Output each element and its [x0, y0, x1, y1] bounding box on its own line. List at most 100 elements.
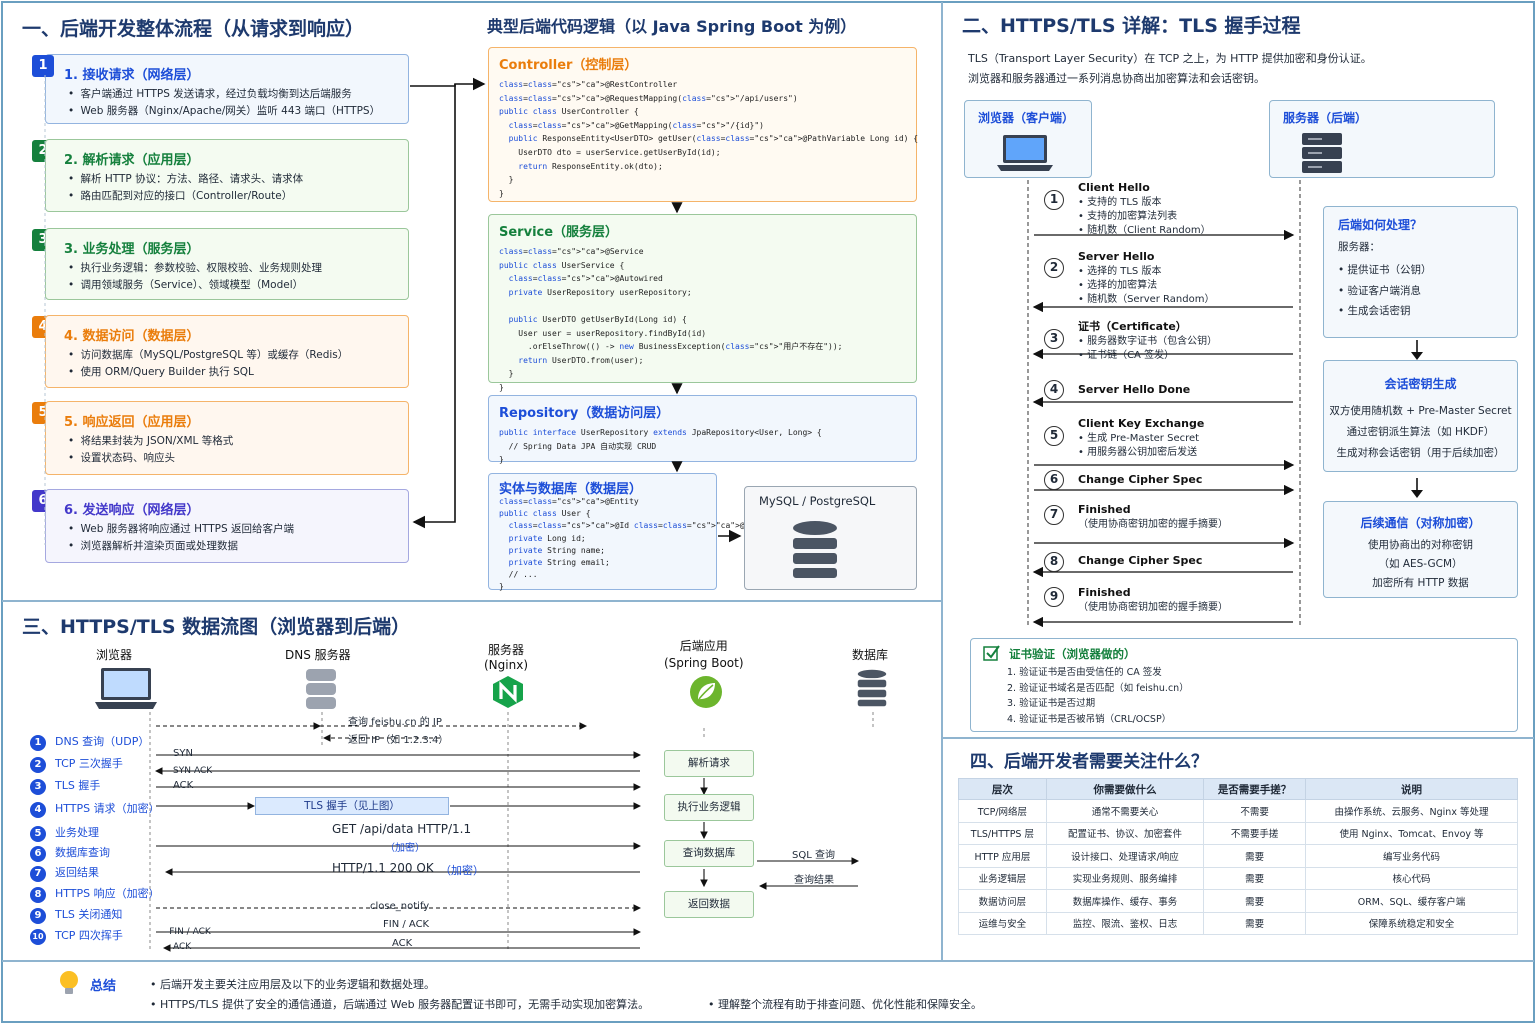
flow-col-browser: 浏览器	[96, 648, 133, 662]
flow-label-fin-ack-2: -FIN / ACK	[166, 927, 211, 937]
tls-message-detail: 生成 Pre-Master Secret	[1078, 432, 1204, 446]
table-header-cell: 说明	[1305, 778, 1518, 800]
tls-handshake-bar: TLS 握手（见上图）	[255, 797, 449, 815]
flow-label-dns-reply: 返回 IP（如 1.2.3.4）	[348, 735, 449, 746]
flow-label-response-enc: （加密）	[440, 864, 484, 877]
flow-label-request: GET /api/data HTTP/1.1	[332, 822, 472, 836]
cert-verify-box: 证书验证（浏览器做的） 1. 验证证书是否由受信任的 CA 签发 2. 验证证书…	[970, 638, 1518, 732]
divider-horizontal-left	[2, 600, 942, 602]
app-step-return: 返回数据	[664, 891, 754, 918]
table-cell: 保障系统稳定和安全	[1305, 911, 1518, 935]
table-row: TLS/HTTPS 层配置证书、协议、加密套件 不需要手搓 使用 Nginx、Tom…	[958, 821, 1518, 845]
flow-label-ack-3: ACK	[392, 938, 413, 949]
flow-label-ack-2: ACK	[173, 942, 192, 952]
section4-title: 四、后端开发者需要关注什么？	[970, 752, 1208, 772]
summary-line-3: • 理解整个流程有助于排查问题、优化性能和保障安全。	[708, 998, 982, 1011]
tls-message-detail: 支持的加密算法列表	[1078, 210, 1211, 224]
tls-message-title: Change Cipher Spec	[1078, 554, 1203, 567]
flow-label-result: 查询结果	[794, 875, 834, 886]
tls-message: Server Hello Done	[1078, 382, 1190, 398]
tls-message-detail: 选择的 TLS 版本	[1078, 265, 1214, 279]
tls-step-circle: 5	[1044, 426, 1064, 446]
table-cell: ORM、SQL、缓存客户端	[1305, 889, 1518, 913]
tls-message-detail: 支持的 TLS 版本	[1078, 196, 1211, 210]
table-row: 数据访问层 数据库操作、缓存、事务 需要 ORM、SQL、缓存客户端	[958, 889, 1518, 913]
tls-step-circle: 8	[1044, 552, 1064, 572]
list-item: 3. 验证证书是否过期	[1007, 698, 1096, 709]
summary-title: 总结	[90, 979, 117, 994]
tls-message: Client Key Exchange 生成 Pre-Master Secret用…	[1078, 416, 1204, 460]
table-cell: 编写业务代码	[1305, 844, 1518, 868]
backend-handling-list: • 提供证书（公钥） • 验证客户端消息 • 生成会话密钥	[1338, 260, 1432, 322]
lightbulb-icon	[60, 971, 78, 994]
flow-col-db: 数据库	[852, 648, 889, 662]
table-cell: TCP/网络层	[958, 799, 1047, 823]
tls-message-detail: 用服务器公钥加密后发送	[1078, 446, 1204, 460]
tls-message-detail: 证书链（CA 签发）	[1078, 349, 1217, 363]
tls-message-title: Change Cipher Spec	[1078, 473, 1203, 486]
tls-step-circle: 7	[1044, 505, 1064, 525]
tls-message-title: Server Hello Done	[1078, 383, 1191, 396]
table-cell: 需要	[1203, 889, 1307, 913]
table-row: TCP/网络层 通常不需要关心 不需要 由操作系统、云服务、Nginx 等处理	[958, 799, 1518, 823]
table-row: HTTP 应用层 设计接口、处理请求/响应 需要 编写业务代码	[958, 844, 1518, 868]
symmetric-comm-box: 后续通信（对称加密） 使用协商出的对称密钥 （如 AES-GCM） 加密所有 H…	[1323, 501, 1518, 598]
symmetric-comm-title: 后续通信（对称加密）	[1360, 516, 1481, 530]
tls-message-detail: 随机数（Client Random）	[1078, 224, 1211, 238]
tls-message-title: Client Hello	[1078, 181, 1150, 194]
divider-summary	[2, 960, 1534, 962]
flow-col-dns: DNS 服务器	[285, 648, 351, 662]
flow-col-app: 后端应用 (Spring Boot)	[664, 639, 744, 670]
table-cell: 数据库操作、缓存、事务	[1045, 889, 1205, 913]
tls-intro-line: TLS（Transport Layer Security）在 TCP 之上，为 …	[968, 52, 1372, 65]
responsibility-table: 层次 你需要做什么 是否需要手搓？ 说明 TCP/网络层 通常不需要关心 不需要 由操作系统…	[958, 778, 1518, 935]
table-cell: 配置证书、协议、加密套件	[1045, 821, 1205, 845]
backend-handling-sub: 服务器：	[1338, 241, 1380, 253]
table-header-cell: 层次	[958, 778, 1047, 800]
table-cell: 通常不需要关心	[1045, 799, 1205, 823]
table-header-cell: 你需要做什么	[1045, 778, 1205, 800]
list-item: 4. 验证证书是否被吊销（CRL/OCSP）	[1007, 713, 1172, 725]
table-cell: 需要	[1203, 911, 1307, 935]
table-cell: 实现业务规则、服务编排	[1045, 866, 1205, 890]
browser-participant: 浏览器（客户端）	[964, 100, 1092, 178]
cert-verify-title: 证书验证（浏览器做的）	[1009, 647, 1136, 661]
backend-handling-box: 后端如何处理？ 服务器： • 提供证书（公钥） • 验证客户端消息 • 生成会话…	[1323, 206, 1518, 338]
tls-step-circle: 2	[1044, 258, 1064, 278]
tls-message-detail: 选择的加密算法	[1078, 279, 1214, 293]
tls-message: Finished （使用协商密钥加密的握手摘要）	[1078, 502, 1228, 532]
tls-message-title: Finished	[1078, 586, 1131, 599]
list-item: • 验证客户端消息	[1338, 284, 1422, 297]
table-cell: 运维与安全	[958, 911, 1047, 935]
server-participant: 服务器（后端）	[1269, 100, 1495, 178]
list-item: • 生成会话密钥	[1338, 305, 1411, 317]
tls-step-circle: 9	[1044, 587, 1064, 607]
symmetric-comm-line: 使用协商出的对称密钥	[1368, 539, 1473, 551]
flow-label-syn: SYN	[173, 748, 193, 759]
server-label: 服务器（后端）	[1283, 111, 1368, 125]
table-cell: 需要	[1203, 844, 1307, 868]
table-cell: 业务逻辑层	[958, 866, 1047, 890]
table-cell: 设计接口、处理请求/响应	[1045, 844, 1205, 868]
table-row: 运维与安全 监控、限流、鉴权、日志 需要 保障系统稳定和安全	[958, 911, 1518, 935]
server-icon	[1302, 133, 1342, 173]
section2-title: 二、HTTPS/TLS 详解：TLS 握手过程	[962, 15, 1301, 37]
right-arrows	[1411, 340, 1423, 498]
list-item: • 提供证书（公钥）	[1338, 264, 1432, 276]
tls-step-circle: 1	[1044, 190, 1064, 210]
backend-handling-title: 后端如何处理？	[1338, 218, 1423, 232]
section3-title: 三、HTTPS/TLS 数据流图（浏览器到后端）	[22, 616, 411, 638]
flow-label-fin-ack: FIN / ACK	[383, 919, 430, 930]
table-cell: 监控、限流、鉴权、日志	[1045, 911, 1205, 935]
divider-vertical	[941, 2, 943, 960]
table-cell: 不需要手搓	[1203, 821, 1307, 845]
list-item: 1. 验证证书是否由受信任的 CA 签发	[1007, 667, 1162, 678]
tls-step-circle: 3	[1044, 329, 1064, 349]
divider-horizontal-right	[942, 737, 1534, 739]
tls-message-title: Client Key Exchange	[1078, 417, 1205, 430]
tls-message: Server Hello 选择的 TLS 版本选择的加密算法随机数（Server …	[1078, 249, 1214, 307]
table-cell: 不需要	[1203, 799, 1307, 823]
table-header-row: 层次 你需要做什么 是否需要手搓？ 说明	[958, 778, 1518, 800]
tls-message: Finished （使用协商密钥加密的握手摘要）	[1078, 585, 1228, 615]
flow-label-sql: SQL 查询	[792, 850, 835, 861]
